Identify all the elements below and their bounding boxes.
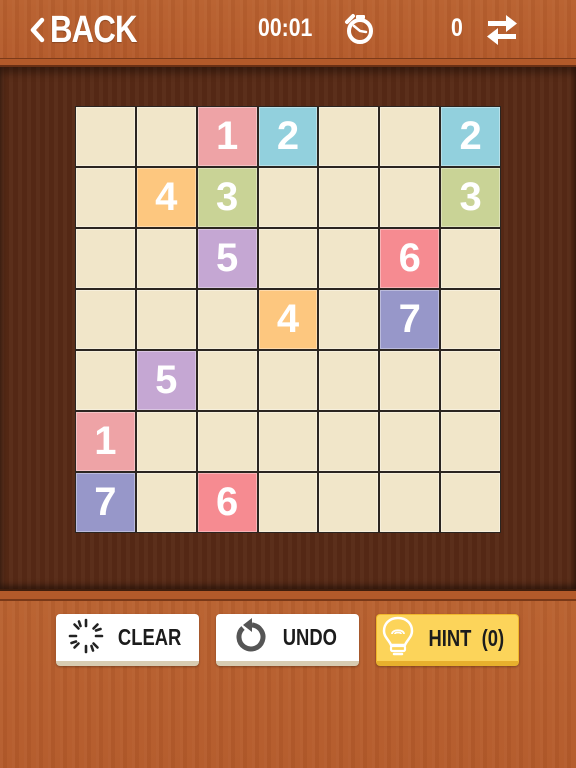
grid-cell-empty[interactable] [258,229,318,288]
grid-cell-empty[interactable] [136,290,196,349]
grid-cell-empty[interactable] [76,229,135,288]
grid-cell-empty[interactable] [441,290,500,349]
grid-cell-number-7[interactable]: 7 [380,290,440,349]
back-button[interactable]: BACK [28,8,156,52]
chevron-left-icon [28,10,50,50]
grid-cell-empty[interactable] [441,351,500,410]
clear-label: CLEAR [117,624,182,650]
grid-cell-empty[interactable] [76,107,135,166]
grid-cell-number-4[interactable]: 4 [258,290,318,349]
grid-cell-number-3[interactable]: 3 [197,168,257,227]
back-label: BACK [50,8,138,51]
bottom-bar-trim [0,589,576,601]
undo-arrow-icon [232,616,276,660]
swap-arrows-icon[interactable] [484,14,520,46]
undo-button[interactable]: UNDO [216,614,359,666]
grid-cell-empty[interactable] [136,229,196,288]
lightbulb-icon [381,615,419,661]
grid-cell-number-6[interactable]: 6 [380,229,440,288]
grid-cell-number-5[interactable]: 5 [136,351,196,410]
grid-cell-empty[interactable] [319,473,379,532]
grid-cell-empty[interactable] [76,168,135,227]
grid-cell-empty[interactable] [136,473,196,532]
grid-cell-empty[interactable] [380,412,440,471]
grid-cell-empty[interactable] [76,290,135,349]
puzzle-grid: 12243356475176 [75,106,501,533]
top-bar-trim [0,58,576,67]
hint-button[interactable]: HINT (0) [376,614,519,666]
grid-cell-number-5[interactable]: 5 [197,229,257,288]
grid-cell-empty[interactable] [319,412,379,471]
undo-label: UNDO [282,624,337,650]
grid-cell-empty[interactable] [380,107,440,166]
grid-cell-empty[interactable] [441,473,500,532]
grid-cell-empty[interactable] [197,412,257,471]
grid-cell-empty[interactable] [136,412,196,471]
grid-cell-empty[interactable] [380,351,440,410]
top-bar: BACK 00:01 0 [0,0,576,58]
clear-button[interactable]: CLEAR [56,614,199,666]
grid-cell-empty[interactable] [197,351,257,410]
grid-cell-empty[interactable] [319,351,379,410]
grid-cell-empty[interactable] [380,168,440,227]
grid-cell-number-2[interactable]: 2 [441,107,500,166]
grid-cell-empty[interactable] [136,107,196,166]
grid-cell-empty[interactable] [319,290,379,349]
move-counter: 0 [451,14,463,42]
grid-cell-number-6[interactable]: 6 [197,473,257,532]
grid-cell-empty[interactable] [258,168,318,227]
grid-cell-empty[interactable] [380,473,440,532]
hint-text: HINT [428,624,472,651]
grid-cell-empty[interactable] [441,412,500,471]
grid-cell-empty[interactable] [258,412,318,471]
grid-cell-number-2[interactable]: 2 [258,107,318,166]
timer-readout: 00:01 [258,14,313,42]
hint-count: (0) [481,624,505,651]
grid-cell-empty[interactable] [197,290,257,349]
grid-cell-empty[interactable] [319,168,379,227]
grid-cell-empty[interactable] [319,229,379,288]
grid-cell-empty[interactable] [319,107,379,166]
grid-cell-number-1[interactable]: 1 [76,412,135,471]
grid-cell-empty[interactable] [441,229,500,288]
grid-cell-number-3[interactable]: 3 [441,168,500,227]
grid-cell-empty[interactable] [76,351,135,410]
grid-cell-number-1[interactable]: 1 [197,107,257,166]
grid-cell-empty[interactable] [258,473,318,532]
grid-cell-number-7[interactable]: 7 [76,473,135,532]
burst-icon [66,616,110,660]
grid-cell-number-4[interactable]: 4 [136,168,196,227]
grid-cell-empty[interactable] [258,351,318,410]
stopwatch-icon [343,12,377,46]
hint-label: HINT (0) [429,625,505,652]
